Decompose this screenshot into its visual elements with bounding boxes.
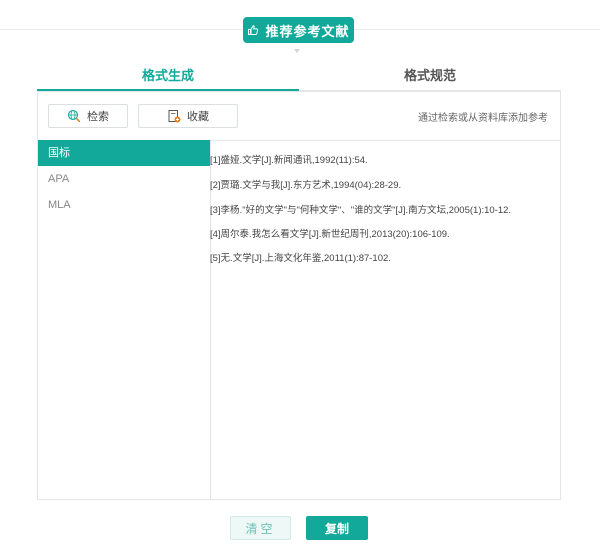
reference-item: [1]盛娅.文学[J].新闻通讯,1992(11):54. <box>210 155 368 166</box>
search-label: 检索 <box>87 111 109 123</box>
toolbar-hint: 通过检索或从资料库添加参考 <box>418 113 548 124</box>
tab-label: 格式规范 <box>403 67 456 83</box>
caret-down-icon <box>294 49 300 53</box>
recommend-references-button[interactable]: 推荐参考文献 <box>243 17 354 43</box>
reference-item: [5]无.文学[J].上海文化年鉴,2011(1):87-102. <box>210 253 391 264</box>
clear-button[interactable]: 清空 <box>230 516 291 540</box>
bookmark-add-icon <box>167 109 181 123</box>
copy-button[interactable]: 复制 <box>306 516 368 540</box>
format-tabs: 格式生成 格式规范 <box>37 58 561 92</box>
sidebar-item-gb[interactable]: 国标 <box>38 140 210 166</box>
globe-search-icon <box>67 109 81 123</box>
favorites-button[interactable]: 收藏 <box>138 104 238 128</box>
recommend-label: 推荐参考文献 <box>265 23 350 39</box>
tab-format-generate[interactable]: 格式生成 <box>37 58 299 90</box>
reference-item: [2]贾璐.文学与我[J].东方艺术,1994(04):28-29. <box>210 180 402 191</box>
thumbs-up-icon <box>247 24 259 36</box>
favorites-label: 收藏 <box>187 111 209 123</box>
reference-list: [1]盛娅.文学[J].新闻通讯,1992(11):54. [2]贾璐.文学与我… <box>210 140 560 499</box>
tab-format-spec[interactable]: 格式规范 <box>299 58 561 90</box>
search-button[interactable]: 检索 <box>48 104 128 128</box>
format-sidebar: 国标 APA MLA <box>38 140 211 499</box>
toolbar: 检索 收藏 通过检索或从资料库添加参考 <box>38 92 560 141</box>
tab-label: 格式生成 <box>141 67 194 83</box>
reference-item: [4]周尔泰.我怎么看文学[J].新世纪周刊,2013(20):106-109. <box>210 229 450 240</box>
reference-panel: 检索 收藏 通过检索或从资料库添加参考 国标 APA MLA [1]盛娅.文学[… <box>37 91 561 500</box>
reference-item: [3]李杨."好的文学"与"何种文学"、"谁的文学"[J].南方文坛,2005(… <box>210 205 512 216</box>
sidebar-item-apa[interactable]: APA <box>38 166 210 192</box>
sidebar-item-mla[interactable]: MLA <box>38 192 210 218</box>
